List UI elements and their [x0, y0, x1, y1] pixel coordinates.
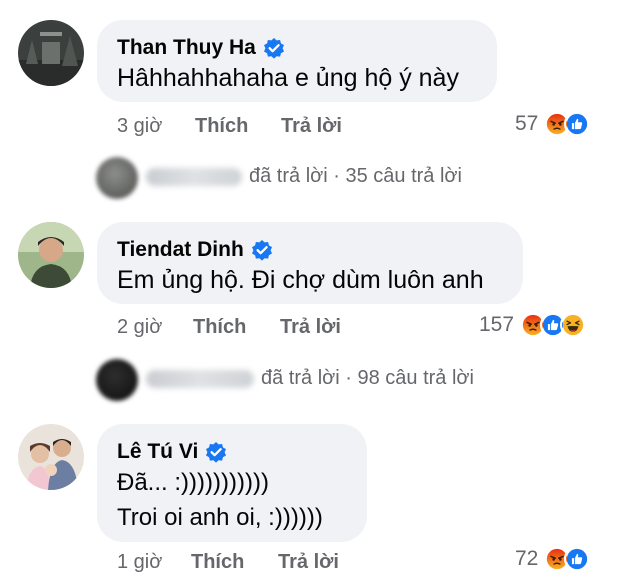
reply-author-blurred: [146, 370, 254, 388]
author-name[interactable]: Than Thuy Ha: [117, 36, 256, 60]
comment-text-line: Đã... :))))))))))): [117, 469, 269, 496]
reply-avatar: [96, 157, 138, 199]
comment-time[interactable]: 3 giờ: [117, 115, 162, 138]
like-button[interactable]: Thích: [191, 551, 244, 574]
comment-time[interactable]: 1 giờ: [117, 551, 162, 574]
like-icon: [564, 546, 591, 572]
reply-summary[interactable]: đã trả lời · 35 câu trả lời: [249, 165, 462, 188]
reaction-count: 72: [515, 547, 539, 570]
avatar[interactable]: [18, 20, 84, 86]
reply-button[interactable]: Trả lời: [281, 115, 342, 138]
reply-avatar: [96, 359, 138, 401]
avatar[interactable]: [18, 424, 84, 490]
reply-button[interactable]: Trả lời: [280, 316, 341, 339]
avatar[interactable]: [18, 222, 84, 288]
like-button[interactable]: Thích: [195, 115, 248, 138]
comment-text: Em ủng hộ. Đi chợ dùm luôn anh: [117, 266, 484, 294]
avatar-photo: [18, 20, 84, 86]
author-name[interactable]: Tiendat Dinh: [117, 238, 244, 262]
avatar-photo: [18, 424, 84, 490]
verified-badge-icon: [263, 38, 284, 59]
reaction-count: 57: [515, 112, 539, 135]
like-button[interactable]: Thích: [193, 316, 246, 339]
comment-text: Hâhhahhahaha e ủng hộ ý này: [117, 64, 459, 92]
avatar-photo: [18, 222, 84, 288]
reply-author-blurred: [146, 168, 242, 186]
reaction-summary[interactable]: 57: [515, 111, 591, 137]
comment-author[interactable]: Lê Tú Vi: [117, 440, 227, 464]
reaction-summary[interactable]: 72: [515, 546, 591, 572]
comment-author[interactable]: Tiendat Dinh: [117, 238, 273, 262]
comment-time[interactable]: 2 giờ: [117, 316, 162, 339]
reply-button[interactable]: Trả lời: [278, 551, 339, 574]
verified-badge-icon: [251, 240, 272, 261]
comment-author[interactable]: Than Thuy Ha: [117, 36, 285, 60]
reaction-count: 157: [479, 313, 515, 336]
like-icon: [564, 111, 591, 137]
verified-badge-icon: [206, 442, 227, 463]
reaction-summary[interactable]: 157: [479, 312, 587, 338]
author-name[interactable]: Lê Tú Vi: [117, 440, 198, 464]
comment-text-line: Troi oi anh oi, :)))))): [117, 504, 323, 531]
haha-icon: [560, 312, 587, 338]
reply-summary[interactable]: đã trả lời · 98 câu trả lời: [261, 367, 474, 390]
